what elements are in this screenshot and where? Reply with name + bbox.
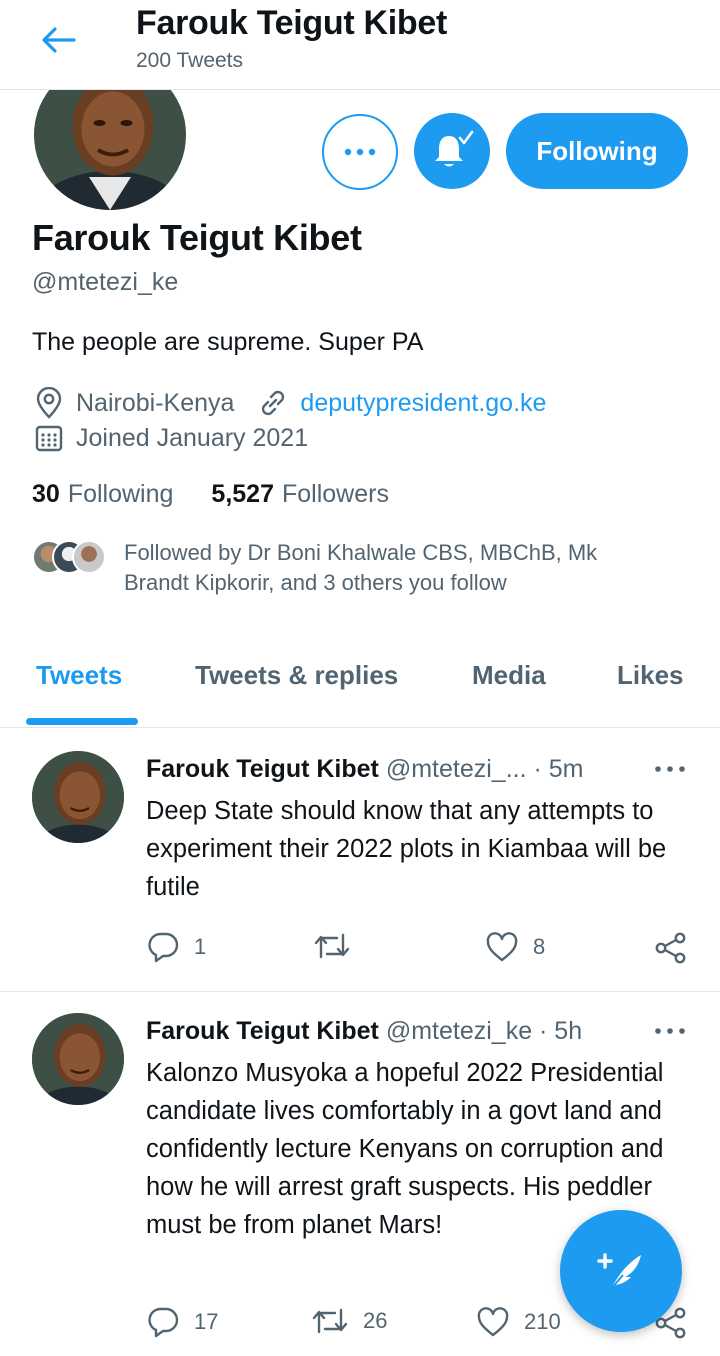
- retweet-button[interactable]: [313, 931, 365, 961]
- profile-joined: Joined January 2021: [76, 423, 309, 452]
- followed-by-text: Followed by Dr Boni Khalwale CBS, MBChB,…: [124, 540, 598, 595]
- reply-icon: [148, 1307, 179, 1338]
- heart-icon: [486, 932, 518, 962]
- reply-button[interactable]: 17: [146, 1306, 218, 1338]
- bell-check-icon: [435, 130, 474, 167]
- like-button[interactable]: 210: [476, 1306, 561, 1338]
- retweet-count: 26: [363, 1308, 388, 1333]
- retweet-icon: [312, 1308, 348, 1334]
- following-count: 30: [32, 480, 60, 508]
- share-icon: [655, 932, 686, 964]
- like-button[interactable]: 8: [485, 931, 545, 963]
- tweet-author-name[interactable]: Farouk Teigut Kibet: [146, 1017, 379, 1045]
- tweet-item[interactable]: Farouk Teigut Kibet @mtetezi_... · 5m De…: [0, 729, 720, 991]
- followed-by[interactable]: Followed by Dr Boni Khalwale CBS, MBChB,…: [32, 538, 597, 595]
- reply-button[interactable]: 1: [146, 931, 206, 963]
- tweet-text: Deep State should know that any attempts…: [146, 797, 667, 901]
- followed-by-avatars: [32, 540, 112, 574]
- following-stat[interactable]: 30 Following: [32, 480, 173, 509]
- retweet-button[interactable]: 26: [311, 1306, 387, 1336]
- tweet-header: Farouk Teigut Kibet @mtetezi_ke · 5h: [146, 1017, 582, 1046]
- following-button[interactable]: Following: [506, 113, 688, 189]
- top-app-bar: Farouk Teigut Kibet 200 Tweets: [0, 0, 720, 90]
- tweet-avatar[interactable]: [32, 751, 124, 843]
- followers-label: Followers: [281, 480, 389, 508]
- more-dots-icon: [344, 148, 376, 156]
- heart-icon: [477, 1307, 509, 1337]
- profile-handle: @mtetezi_ke: [32, 268, 179, 296]
- location-pin-icon: [32, 386, 66, 420]
- reply-icon: [148, 932, 179, 963]
- more-dots-icon[interactable]: [652, 759, 688, 779]
- tab-media[interactable]: Media: [472, 660, 546, 691]
- like-count: 8: [533, 934, 546, 959]
- reply-count: 1: [194, 934, 207, 959]
- profile-meta-row: Nairobi-Kenya deputypresident.go.ke: [32, 386, 546, 420]
- tweet-count: 200 Tweets: [136, 49, 244, 72]
- followers-count: 5,527: [211, 480, 274, 508]
- tweet-handle-time: @mtetezi_... · 5m: [385, 755, 584, 783]
- calendar-icon: [32, 421, 66, 455]
- like-count: 210: [524, 1309, 561, 1334]
- retweet-icon: [314, 933, 350, 959]
- profile-website-link[interactable]: deputypresident.go.ke: [300, 389, 546, 418]
- more-dots-icon[interactable]: [652, 1021, 688, 1041]
- profile-name: Farouk Teigut Kibet: [32, 217, 362, 258]
- profile-bio: The people are supreme. Super PA: [32, 328, 424, 356]
- arrow-left-icon: [42, 27, 76, 53]
- tweet-author-name[interactable]: Farouk Teigut Kibet: [146, 755, 379, 783]
- active-tab-indicator: [26, 718, 138, 725]
- tweet-handle-time: @mtetezi_ke · 5h: [385, 1017, 583, 1045]
- profile-location: Nairobi-Kenya: [76, 388, 235, 417]
- header-title: Farouk Teigut Kibet: [136, 4, 448, 42]
- followers-stat[interactable]: 5,527 Followers: [211, 480, 389, 509]
- avatar: [72, 540, 106, 574]
- notifications-button[interactable]: [414, 113, 490, 189]
- compose-feather-icon: [597, 1253, 641, 1290]
- tab-likes[interactable]: Likes: [617, 660, 684, 691]
- reply-count: 17: [194, 1309, 219, 1334]
- avatar-photo: [32, 1013, 124, 1105]
- link-icon: [256, 386, 290, 420]
- compose-tweet-button[interactable]: [560, 1210, 682, 1332]
- profile-stats: 30 Following 5,527 Followers: [32, 480, 427, 509]
- avatar-photo: [32, 751, 124, 843]
- profile-joined-row: Joined January 2021: [32, 421, 308, 455]
- more-options-button[interactable]: [322, 114, 398, 190]
- tab-tweets[interactable]: Tweets: [36, 660, 122, 691]
- tweet-avatar[interactable]: [32, 1013, 124, 1105]
- back-button[interactable]: [36, 20, 80, 60]
- tab-tweets-replies[interactable]: Tweets & replies: [195, 660, 398, 691]
- tweet-header: Farouk Teigut Kibet @mtetezi_... · 5m: [146, 755, 583, 784]
- share-button[interactable]: [654, 931, 688, 965]
- profile-tabs: Tweets Tweets & replies Media Likes: [0, 640, 720, 728]
- following-label: Following: [67, 480, 174, 508]
